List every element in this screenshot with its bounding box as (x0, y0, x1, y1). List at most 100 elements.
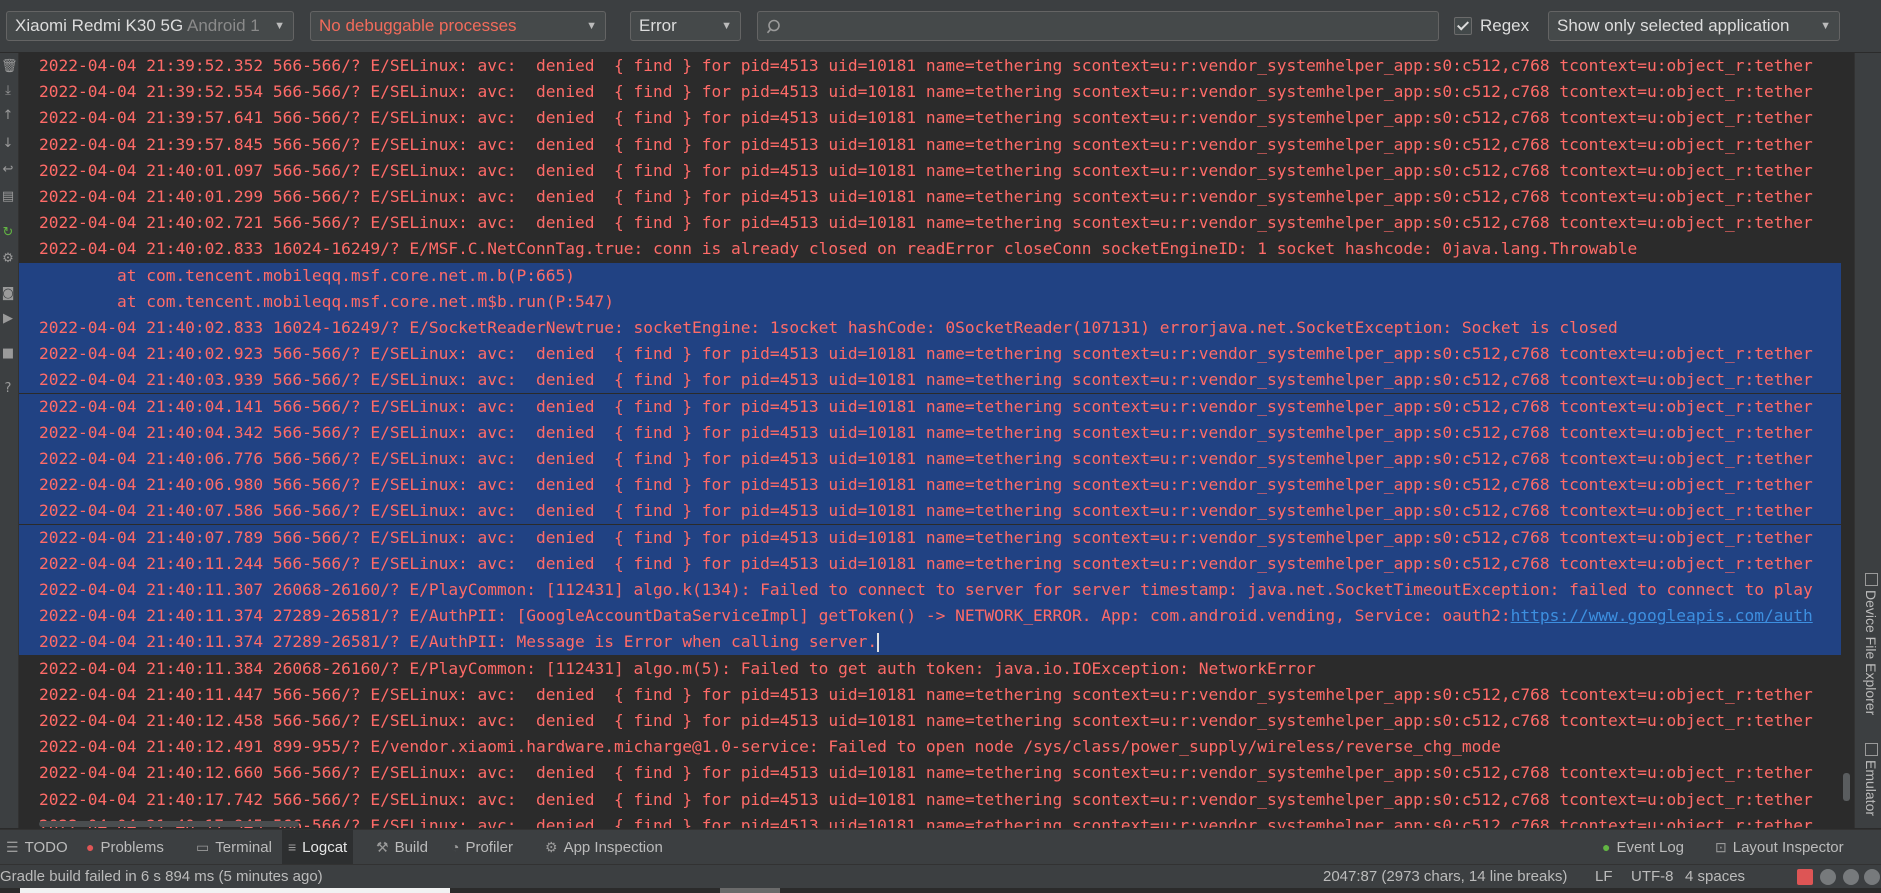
log-line[interactable]: at com.tencent.mobileqq.msf.core.net.m$b… (19, 288, 1853, 315)
device-selector[interactable]: Xiaomi Redmi K30 5G Android 1 ▼ (6, 11, 294, 41)
device-file-explorer-label: Device File Explorer (1863, 590, 1879, 716)
up-icon[interactable]: ↑ (1, 109, 15, 123)
search-input[interactable] (792, 14, 1426, 40)
log-line[interactable]: 2022-04-04 21:40:02.833 16024-16249/? E/… (19, 236, 1853, 262)
log-line[interactable]: 2022-04-04 21:40:11.374 27289-26581/? E/… (19, 629, 1853, 656)
tab-profiler-label: Profiler (465, 839, 513, 856)
log-line[interactable]: 2022-04-04 21:40:04.342 566-566/? E/SELi… (19, 419, 1853, 446)
search-icon (766, 19, 780, 34)
log-line[interactable]: 2022-04-04 21:40:02.721 566-566/? E/SELi… (19, 210, 1853, 236)
caret-position[interactable]: 2047:87 (2973 chars, 14 line breaks) (1323, 865, 1567, 889)
tool-window-bar: ☰ TODO ● Problems ▭ Terminal ≡ Logcat ⚒ Build… (0, 829, 1881, 864)
log-line[interactable]: 2022-04-04 21:40:01.299 566-566/? E/SELi… (19, 184, 1853, 210)
log-line[interactable]: 2022-04-04 21:40:06.980 566-566/? E/SELi… (19, 472, 1853, 499)
tab-terminal[interactable]: ▭ Terminal (190, 830, 278, 864)
tab-logcat[interactable]: ≡ Logcat (282, 830, 354, 864)
log-line[interactable]: 2022-04-04 21:40:02.923 566-566/? E/SELi… (19, 341, 1853, 368)
log-line[interactable]: 2022-04-04 21:40:07.789 566-566/? E/SELi… (19, 524, 1853, 551)
log-line[interactable]: 2022-04-04 21:40:02.833 16024-16249/? E/… (19, 315, 1853, 341)
settings-icon[interactable]: ⚙ (1, 252, 15, 266)
chevron-down-icon: ▼ (721, 20, 732, 32)
logcat-toolbar: Xiaomi Redmi K30 5G Android 1 ▼ No debug… (0, 0, 1881, 53)
soft-wrap-icon[interactable]: ↩ (1, 163, 15, 177)
log-line[interactable]: 2022-04-04 21:40:04.141 566-566/? E/SELi… (19, 393, 1853, 420)
tab-event-log-label: Event Log (1616, 839, 1685, 856)
screenshot-icon[interactable]: ◙ (1, 287, 15, 301)
scroll-thumb[interactable] (1843, 773, 1850, 801)
tab-layout-inspector[interactable]: ⊡ Layout Inspector (1709, 830, 1850, 864)
indent-setting[interactable]: 4 spaces (1685, 865, 1745, 889)
log-line[interactable]: 2022-04-04 21:40:03.939 566-566/? E/SELi… (19, 367, 1853, 394)
tab-layout-inspector-label: Layout Inspector (1732, 839, 1844, 856)
trash-icon[interactable]: 🗑 (1, 60, 18, 74)
tab-terminal-label: Terminal (215, 839, 272, 856)
chevron-down-icon: ▼ (1820, 20, 1831, 32)
bottom-strip-gray (720, 888, 780, 893)
tab-build[interactable]: ⚒ Build (370, 830, 434, 864)
logcat-actions-gutter: 🗑 ⤓ ↑ ↓ ↩ ▤ ↻ ⚙ ◙ ▶ ■ ? (0, 53, 19, 828)
log-line[interactable]: 2022-04-04 21:40:11.374 27289-26581/? E/… (19, 603, 1853, 630)
smiley-icon[interactable] (1820, 869, 1836, 885)
regex-toggle[interactable]: Regex (1454, 14, 1529, 38)
emulator-tab[interactable]: Emulator (1859, 743, 1879, 816)
tab-profiler[interactable]: ◔ Profiler (445, 830, 519, 864)
log-line[interactable]: 2022-04-04 21:39:52.352 566-566/? E/SELi… (19, 53, 1853, 79)
logcat-output[interactable]: 2022-04-04 21:39:52.352 566-566/? E/SELi… (19, 53, 1853, 828)
vertical-scrollbar[interactable] (1841, 53, 1853, 828)
oauth-link[interactable]: https://www.googleapis.com/auth (1511, 606, 1813, 625)
layout-inspector-icon: ⊡ (1715, 839, 1727, 855)
help-icon[interactable]: ? (1, 382, 15, 396)
log-line[interactable]: 2022-04-04 21:39:57.845 566-566/? E/SELi… (19, 132, 1853, 158)
app-filter-label: Show only selected application (1557, 16, 1790, 35)
tab-app-inspection[interactable]: ⚙ App Inspection (539, 830, 669, 864)
status-message[interactable]: Gradle build failed in 6 s 894 ms (5 min… (0, 865, 323, 889)
log-level-selector[interactable]: Error ▼ (630, 11, 741, 41)
log-line[interactable]: 2022-04-04 21:40:11.307 26068-26160/? E/… (19, 577, 1853, 603)
log-line[interactable]: 2022-04-04 21:40:07.586 566-566/? E/SELi… (19, 498, 1853, 525)
screen-record-icon[interactable]: ▶ (1, 312, 15, 326)
status-bar: Gradle build failed in 6 s 894 ms (5 min… (0, 864, 1881, 889)
log-line[interactable]: 2022-04-04 21:40:11.447 566-566/? E/SELi… (19, 682, 1853, 708)
face-icon[interactable] (1864, 869, 1880, 885)
gauge-icon: ◔ (451, 839, 460, 855)
log-line[interactable]: 2022-04-04 21:40:12.491 899-955/? E/vend… (19, 734, 1853, 760)
tab-build-label: Build (394, 839, 428, 856)
app-filter-selector[interactable]: Show only selected application ▼ (1548, 11, 1840, 41)
log-line[interactable]: 2022-04-04 21:40:11.384 26068-26160/? E/… (19, 656, 1853, 682)
log-line[interactable]: 2022-04-04 21:40:06.776 566-566/? E/SELi… (19, 446, 1853, 472)
face-icon[interactable] (1843, 869, 1859, 885)
tab-todo-label: TODO (24, 839, 68, 856)
scroll-to-end-icon[interactable]: ⤓ (1, 84, 15, 98)
line-separator[interactable]: LF (1595, 865, 1613, 889)
file-encoding[interactable]: UTF-8 (1631, 865, 1674, 889)
print-icon[interactable]: ▤ (1, 190, 15, 204)
search-box[interactable] (757, 11, 1439, 41)
down-icon[interactable]: ↓ (1, 137, 15, 151)
process-selector[interactable]: No debuggable processes ▼ (310, 11, 606, 41)
chevron-down-icon: ▼ (274, 20, 285, 32)
regex-checkbox[interactable] (1454, 17, 1472, 35)
hammer-icon: ⚒ (376, 839, 389, 855)
device-file-explorer-tab[interactable]: Device File Explorer (1859, 573, 1879, 715)
restart-icon[interactable]: ↻ (1, 226, 15, 240)
horizontal-scrollbar[interactable] (39, 821, 299, 827)
log-line[interactable]: at com.tencent.mobileqq.msf.core.net.m.b… (19, 262, 1853, 289)
tab-todo[interactable]: ☰ TODO (0, 830, 74, 864)
error-icon: ● (86, 839, 95, 855)
log-line[interactable]: 2022-04-04 21:40:01.097 566-566/? E/SELi… (19, 158, 1853, 184)
stop-icon[interactable]: ■ (1, 347, 15, 361)
tab-event-log[interactable]: ● Event Log (1596, 830, 1690, 864)
log-line[interactable]: 2022-04-04 21:39:52.554 566-566/? E/SELi… (19, 79, 1853, 105)
log-line[interactable]: 2022-04-04 21:39:57.641 566-566/? E/SELi… (19, 105, 1853, 131)
regex-label: Regex (1480, 16, 1530, 35)
tab-logcat-label: Logcat (302, 839, 348, 856)
list-icon: ☰ (6, 839, 19, 855)
log-line[interactable]: 2022-04-04 21:40:17.742 566-566/? E/SELi… (19, 787, 1853, 813)
log-line[interactable]: 2022-04-04 21:40:12.458 566-566/? E/SELi… (19, 708, 1853, 734)
tab-problems[interactable]: ● Problems (80, 830, 170, 864)
event-log-icon: ● (1602, 839, 1611, 855)
log-line[interactable]: 2022-04-04 21:40:12.660 566-566/? E/SELi… (19, 760, 1853, 786)
tab-app-inspection-label: App Inspection (563, 839, 663, 856)
lock-icon[interactable] (1797, 869, 1813, 885)
log-line[interactable]: 2022-04-04 21:40:11.244 566-566/? E/SELi… (19, 550, 1853, 577)
